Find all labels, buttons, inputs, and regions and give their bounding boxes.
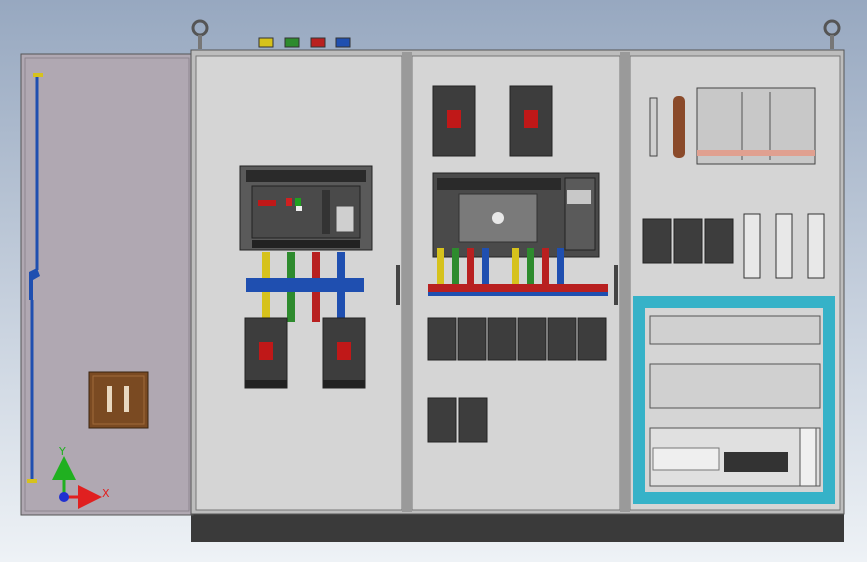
door-latch-1[interactable]: [396, 265, 400, 305]
terminal-block: [724, 452, 788, 472]
mcb-group[interactable]: [642, 218, 734, 264]
switch-assembly: [696, 87, 816, 165]
cabinet-plinth: [191, 512, 844, 542]
outgoing-breaker-b[interactable]: [322, 317, 366, 389]
door-panel: [20, 53, 194, 516]
door-latch-2[interactable]: [614, 265, 618, 305]
mccb-top-b[interactable]: [509, 85, 553, 157]
section-divider-1: [402, 52, 412, 512]
horizontal-busbar: [246, 278, 364, 292]
copper-bar: [673, 96, 685, 158]
x-axis-label: X: [102, 487, 110, 500]
section-divider-2: [620, 52, 630, 512]
air-circuit-breaker: [239, 165, 373, 251]
z-axis-dot: [59, 492, 69, 502]
open-door: [20, 53, 194, 516]
power-supply: [799, 427, 817, 487]
mccb-top-a[interactable]: [432, 85, 476, 157]
terminal-strip: [649, 97, 658, 157]
electrical-cabinet-drawing: X Y: [0, 0, 867, 562]
drive-unit: [432, 172, 600, 258]
y-axis-label: Y: [58, 445, 66, 458]
fuse-holders[interactable]: [743, 213, 825, 279]
socket-outlet: [88, 371, 149, 429]
outgoing-breaker-a[interactable]: [244, 317, 288, 389]
